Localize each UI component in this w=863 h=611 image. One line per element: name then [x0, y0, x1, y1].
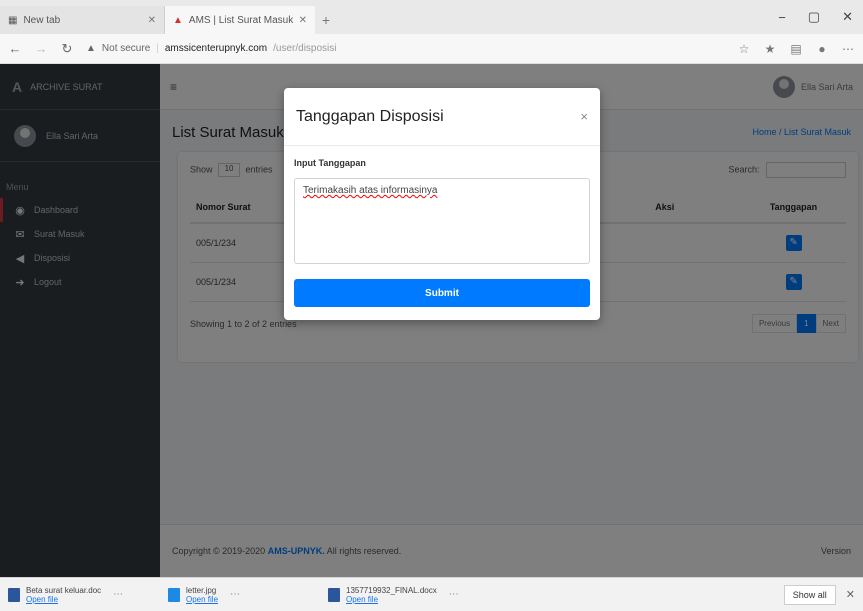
downloads-bar: Beta surat keluar.doc Open file ⋯ letter… [0, 577, 863, 611]
profile-icon[interactable]: ● [815, 42, 829, 56]
favorites-icon[interactable]: ★ [763, 42, 777, 56]
tab-title: AMS | List Surat Masuk [188, 14, 293, 26]
image-file-icon [168, 587, 180, 602]
download-item[interactable]: 1357719932_FINAL.docx Open file ⋯ [328, 586, 488, 604]
download-more-icon[interactable]: ⋯ [449, 589, 459, 600]
close-icon[interactable]: × [580, 109, 588, 124]
word-file-icon [328, 587, 340, 602]
url-security: Not secure [101, 43, 151, 54]
download-item[interactable]: Beta surat keluar.doc Open file ⋯ [8, 586, 168, 604]
back-icon[interactable]: ← [8, 41, 22, 56]
modal-body: Input Tanggapan Submit [284, 146, 600, 319]
download-open-link[interactable]: Open file [346, 595, 437, 604]
close-downloads-icon[interactable]: ✕ [846, 588, 855, 601]
download-text: 1357719932_FINAL.docx Open file [346, 586, 437, 604]
url-path: /user/disposisi [273, 43, 337, 54]
reading-list-icon[interactable]: ▤ [789, 42, 803, 56]
word-file-icon [8, 587, 20, 602]
tanggapan-textarea[interactable] [294, 178, 590, 264]
warning-icon: ▲ [86, 43, 96, 54]
favorite-star-icon[interactable]: ☆ [737, 42, 751, 56]
download-open-link[interactable]: Open file [26, 595, 101, 604]
maximize-icon[interactable]: ▢ [808, 9, 820, 25]
download-item[interactable]: letter.jpg Open file ⋯ [168, 586, 328, 604]
download-filename: 1357719932_FINAL.docx [346, 585, 437, 595]
download-open-link[interactable]: Open file [186, 595, 218, 604]
address-bar: ← → ↻ ▲ Not secure | amssicenterupnyk.co… [0, 34, 863, 64]
url-field[interactable]: ▲ Not secure | amssicenterupnyk.com/user… [86, 43, 725, 54]
download-more-icon[interactable]: ⋯ [113, 589, 123, 600]
url-host: amssicenterupnyk.com [164, 43, 268, 54]
minimize-icon[interactable]: − [778, 10, 786, 25]
more-icon[interactable]: ⋯ [841, 42, 855, 56]
tab-page-icon: ▦ [8, 14, 18, 26]
browser-tab-newtab[interactable]: ▦ New tab ✕ [0, 6, 165, 34]
tab-title: New tab [23, 14, 61, 26]
close-window-icon[interactable]: ✕ [842, 9, 853, 25]
download-text: Beta surat keluar.doc Open file [26, 586, 101, 604]
tanggapan-label: Input Tanggapan [294, 158, 366, 168]
submit-button[interactable]: Submit [294, 279, 590, 307]
new-tab-button[interactable]: + [315, 6, 337, 34]
refresh-icon[interactable]: ↻ [60, 41, 74, 57]
download-more-icon[interactable]: ⋯ [230, 589, 240, 600]
browser-tabbar: ▦ New tab ✕ ▲ AMS | List Surat Masuk ✕ +… [0, 0, 863, 34]
tab-close-icon[interactable]: ✕ [148, 15, 156, 26]
download-filename: letter.jpg [186, 585, 217, 595]
tanggapan-modal: Tanggapan Disposisi × Input Tanggapan Su… [284, 88, 600, 320]
browser-tab-active[interactable]: ▲ AMS | List Surat Masuk ✕ [165, 6, 315, 34]
modal-header: Tanggapan Disposisi × [284, 88, 600, 146]
modal-title: Tanggapan Disposisi [296, 107, 444, 125]
show-all-button[interactable]: Show all [783, 584, 836, 605]
window-controls: − ▢ ✕ [778, 0, 863, 34]
download-text: letter.jpg Open file [186, 586, 218, 604]
forward-icon[interactable]: → [34, 41, 48, 56]
tab-close-icon[interactable]: ✕ [299, 15, 307, 26]
tab-page-icon: ▲ [173, 14, 183, 26]
download-filename: Beta surat keluar.doc [26, 585, 102, 595]
